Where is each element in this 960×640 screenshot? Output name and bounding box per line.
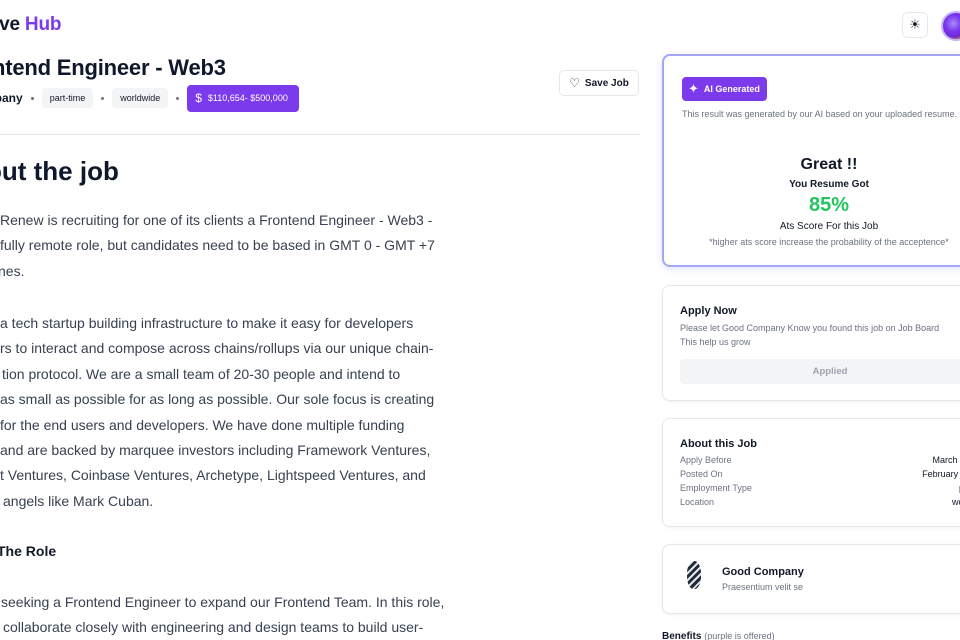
ai-note: This result was generated by our AI base…	[682, 109, 958, 119]
company-name[interactable]: mpany	[0, 91, 23, 105]
heart-icon: ♡	[569, 76, 580, 90]
money-icon: $	[195, 91, 202, 105]
description-paragraph: seeking a Frontend Engineer to expand ou…	[0, 590, 460, 640]
logo-text: ive	[0, 14, 20, 35]
save-job-label: Save Job	[584, 77, 629, 89]
site-logo[interactable]: ive Hub	[0, 14, 61, 36]
ats-score: 85%	[808, 194, 850, 216]
user-avatar[interactable]	[941, 11, 960, 41]
salary-text: $110,654- $500,000	[207, 93, 288, 103]
apply-title: Apply Now	[680, 305, 737, 317]
about-row-apply-before: Apply Before March 13, 2	[680, 455, 960, 469]
logo-accent-text: Hub	[24, 14, 62, 35]
about-job-title: About this Job	[680, 438, 757, 450]
job-title: ntend Engineer - Web3	[0, 55, 226, 80]
row-value: March 13, 2	[932, 455, 960, 465]
text-line: t Ventures, Coinbase Ventures, Archetype…	[0, 467, 426, 484]
description-paragraph: a tech startup building infrastructure t…	[0, 311, 460, 514]
text-line: fully remote role, but candidates need t…	[0, 237, 435, 254]
row-value: February 11, 2	[922, 469, 960, 479]
apply-text-line: This help us grow	[680, 337, 751, 347]
ats-score-label: Ats Score For this Job	[779, 221, 879, 232]
ai-great: Great !!	[800, 156, 858, 173]
text-line: a tech startup building infrastructure t…	[0, 315, 414, 331]
sparkles-icon: ✦	[688, 81, 699, 96]
text-line: and are backed by marquee investors incl…	[0, 442, 431, 459]
row-label: Posted On	[680, 469, 723, 479]
text-line: Renew is recruiting for one of its clien…	[0, 212, 433, 228]
text-line: rs to interact and compose across chains…	[0, 340, 434, 357]
save-job-button[interactable]: ♡ Save Job	[559, 70, 639, 96]
separator-dot	[176, 96, 180, 100]
separator-dot	[101, 96, 105, 100]
ats-hint: *higher ats score increase the probabili…	[709, 237, 949, 247]
benefits-note: (purple is offered)	[704, 631, 775, 640]
row-value: worldw	[951, 497, 960, 507]
ai-badge-label: AI Generated	[703, 84, 760, 94]
role-heading: The Role	[0, 543, 57, 559]
row-label: Employment Type	[680, 483, 752, 493]
benefits-heading: Benefits (purple is offered)	[662, 631, 775, 640]
text-line: nes.	[0, 262, 25, 279]
company-logo	[687, 561, 701, 589]
text-line: collaborate closely with engineering and…	[3, 619, 424, 636]
about-heading: out the job	[0, 156, 119, 186]
company-card[interactable]: Good Company Praesentium velit se	[662, 544, 960, 614]
job-meta: mpany part-time worldwide $ $110,654- $5…	[0, 84, 299, 112]
tag-employment-type: part-time	[41, 88, 94, 108]
separator-dot	[30, 96, 34, 100]
company-card-name: Good Company	[722, 566, 804, 578]
row-label: Apply Before	[680, 455, 732, 465]
tag-location: worldwide	[112, 88, 169, 108]
benefits-title: Benefits	[662, 631, 702, 640]
about-row-location: Location worldw	[680, 497, 960, 511]
sun-icon: ☀	[909, 17, 921, 32]
text-line: angels like Mark Cuban.	[3, 492, 154, 509]
divider	[0, 134, 640, 135]
apply-card: Apply Now Please let Good Company Know y…	[662, 285, 960, 401]
ai-generated-badge: ✦ AI Generated	[682, 77, 767, 101]
about-row-employment-type: Employment Type part-t	[680, 483, 960, 497]
company-card-subtitle: Praesentium velit se	[722, 582, 804, 592]
ai-score-card: ✦ AI Generated This result was generated…	[662, 54, 960, 267]
text-line: seeking a Frontend Engineer to expand ou…	[1, 594, 445, 610]
description-paragraph: Renew is recruiting for one of its clien…	[0, 208, 460, 284]
text-line: as small as possible for as long as poss…	[0, 391, 435, 408]
row-label: Location	[680, 497, 715, 507]
apply-text: Please let Good Company Know you found t…	[680, 321, 939, 349]
applied-button[interactable]: Applied	[680, 359, 960, 384]
about-job-rows: Apply Before March 13, 2 Posted On Febru…	[680, 455, 960, 511]
ai-resume-got: You Resume Got	[789, 179, 869, 190]
apply-text-line: Please let Good Company Know you found t…	[680, 323, 940, 333]
about-job-card: About this Job Apply Before March 13, 2 …	[662, 418, 960, 527]
salary-badge: $ $110,654- $500,000	[187, 84, 299, 112]
text-line: tion protocol. We are a small team of 20…	[2, 365, 401, 382]
about-row-posted-on: Posted On February 11, 2	[680, 469, 960, 483]
theme-toggle-button[interactable]: ☀	[902, 12, 928, 38]
text-line: for the end users and developers. We hav…	[0, 416, 405, 433]
